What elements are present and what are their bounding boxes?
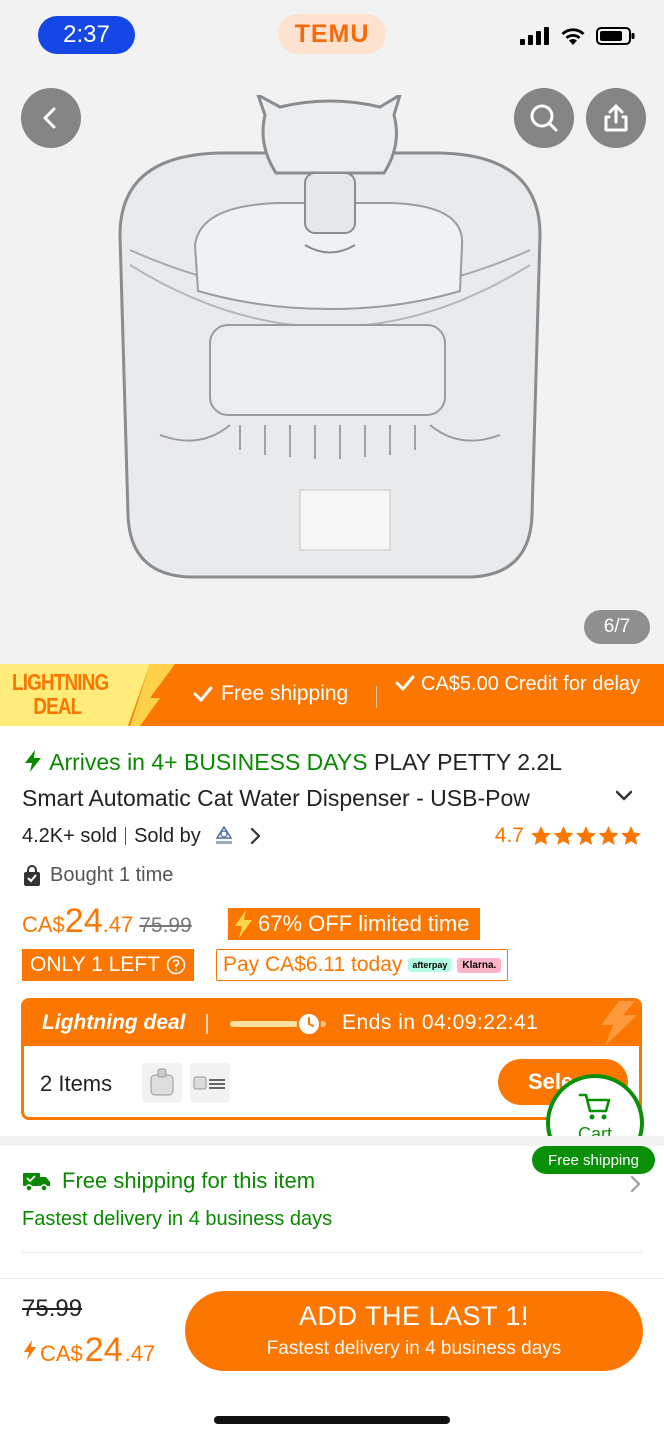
pay-later-badge[interactable]: Pay CA$6.11 today afterpay Klarna.: [216, 949, 509, 981]
share-button[interactable]: [586, 88, 646, 148]
badge-line-2: DEAL: [33, 693, 82, 719]
temu-logo: TEMU: [278, 14, 386, 54]
afterpay-logo: afterpay: [408, 958, 452, 972]
lightning-deal-title: Lightning deal: [42, 1011, 186, 1034]
deal-items-count: 2 Items: [40, 1071, 113, 1096]
battery-icon: [596, 27, 635, 45]
banner-free-shipping-label: Free shipping: [221, 682, 349, 705]
deal-banner: LIGHTNING DEAL Free shipping CA$5.00 Cre…: [0, 664, 664, 726]
only-left-label: ONLY 1 LEFT: [30, 953, 160, 976]
signal-icon: [520, 27, 549, 45]
check-icon: [193, 686, 213, 702]
shopping-bag-icon: [24, 864, 40, 886]
divider: [22, 1252, 642, 1253]
discount-badge: 67% OFF limited time: [228, 908, 480, 940]
chevron-left-icon: [43, 107, 56, 129]
fountain-thumbnail-icon: [193, 1076, 225, 1090]
bottom-price-cents: .47: [124, 1341, 156, 1366]
bought-row: Bought 1 time: [22, 864, 173, 887]
banner-free-shipping: Free shipping: [193, 682, 348, 706]
original-price: 75.99: [139, 914, 192, 937]
free-shipping-title: Free shipping for this item: [62, 1168, 316, 1193]
divider: [206, 1014, 208, 1034]
deal-progress-fill: [230, 1021, 298, 1027]
price-whole: 24: [64, 902, 103, 940]
deal-item-thumbnail[interactable]: [190, 1063, 230, 1103]
free-shipping-row[interactable]: Free shipping for this item: [22, 1168, 315, 1194]
clock-icon: [297, 1012, 321, 1036]
product-title[interactable]: Arrives in 4+ BUSINESS DAYS PLAY PETTY 2…: [22, 744, 622, 816]
add-to-cart-sublabel: Fastest delivery in 4 business days: [266, 1338, 562, 1359]
price-currency: CA$: [22, 912, 65, 937]
chevron-right-icon[interactable]: [247, 826, 263, 846]
question-icon: [166, 955, 186, 975]
banner-divider: [376, 686, 377, 708]
price-cents: .47: [102, 912, 134, 937]
deal-item-thumbnail[interactable]: [142, 1063, 182, 1103]
system-icons: [520, 26, 636, 46]
lightning-icon: [235, 910, 252, 938]
lightning-deal-box: Lightning deal Ends in 04:09:22:41 2 Ite…: [21, 998, 642, 1120]
rating-value: 4.7: [494, 824, 524, 847]
bottom-original-price: 75.99: [22, 1295, 83, 1322]
share-icon: [604, 104, 628, 132]
add-to-cart-label: ADD THE LAST 1!: [298, 1301, 530, 1331]
lightning-icon: [25, 750, 41, 772]
deal-countdown: Ends in 04:09:22:41: [342, 1011, 539, 1034]
lightning-deal-badge: LIGHTNING DEAL: [12, 669, 109, 719]
cart-free-shipping-badge: Free shipping: [532, 1146, 655, 1174]
bottom-price-currency: CA$: [40, 1341, 83, 1366]
back-button[interactable]: [21, 88, 81, 148]
only-left-badge[interactable]: ONLY 1 LEFT: [22, 949, 194, 981]
chevron-down-icon[interactable]: [612, 784, 636, 808]
divider: [125, 827, 127, 845]
wifi-icon: [561, 28, 585, 45]
sold-count: 4.2K+ sold: [22, 824, 118, 847]
discount-label: 67% OFF limited time: [258, 911, 470, 936]
sold-row: 4.2K+ sold Sold by: [22, 824, 263, 848]
home-indicator: [214, 1416, 450, 1424]
cart-icon: [578, 1093, 611, 1120]
star-rating-icon: [531, 826, 641, 845]
badge-line-1: LIGHTNING: [12, 669, 109, 695]
arrives-label: Arrives in 4+ BUSINESS DAYS: [49, 749, 368, 775]
klarna-logo: Klarna.: [457, 957, 502, 973]
lightning-deal-header: Lightning deal Ends in 04:09:22:41: [24, 1001, 639, 1046]
bottom-price: CA$ 24 .47: [22, 1331, 155, 1370]
delivery-estimate: Fastest delivery in 4 business days: [22, 1208, 333, 1230]
price-row: CA$ 24 .47 75.99: [22, 902, 192, 946]
image-counter: 6/7: [584, 610, 650, 644]
status-bar: 2:37 TEMU: [0, 0, 664, 70]
chevron-right-icon[interactable]: [628, 1174, 642, 1194]
bought-label: Bought 1 time: [50, 864, 174, 886]
banner-credit: CA$5.00 Credit for delay: [395, 672, 645, 697]
sold-by-label: Sold by: [134, 824, 201, 847]
bottom-price-whole: 24: [84, 1331, 123, 1369]
truck-icon: [23, 1173, 50, 1192]
lightning-decor-icon: [601, 1001, 637, 1046]
product-rating[interactable]: 4.7: [495, 824, 642, 848]
add-to-cart-button[interactable]: ADD THE LAST 1! Fastest delivery in 4 bu…: [185, 1291, 643, 1371]
store-logo-icon[interactable]: [209, 824, 239, 848]
banner-credit-label: CA$5.00 Credit for delay: [421, 673, 641, 695]
section-divider: [0, 1136, 664, 1146]
pay-today-label: Pay CA$6.11 today: [223, 953, 403, 976]
fountain-thumbnail-icon: [150, 1068, 174, 1096]
check-icon: [395, 675, 415, 691]
status-time: 2:37: [38, 16, 135, 54]
lightning-icon: [24, 1340, 36, 1360]
product-image-gallery[interactable]: 2:37 TEMU 6/7: [0, 0, 664, 664]
product-image-water-fountain: [118, 95, 542, 579]
